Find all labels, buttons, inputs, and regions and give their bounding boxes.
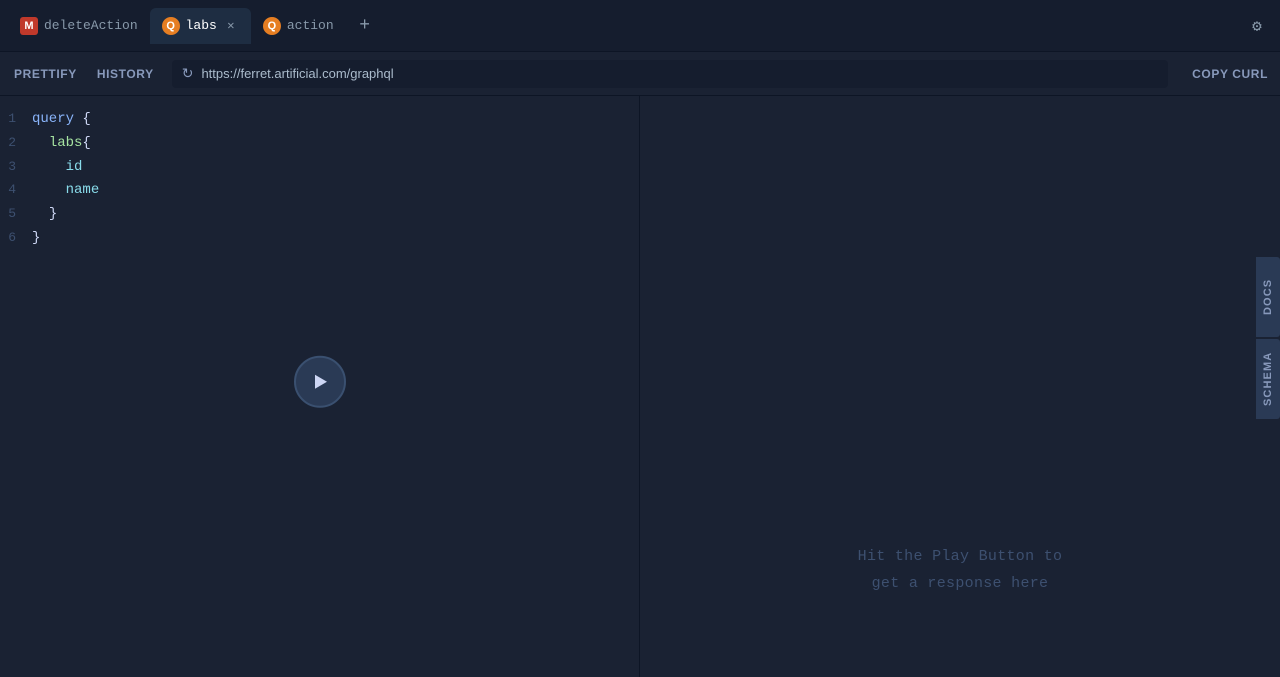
tab-action[interactable]: Q action [251,8,346,44]
token-close-labs: } [49,206,57,222]
schema-button[interactable]: SCHEMA [1256,339,1280,419]
settings-icon[interactable]: ⚙ [1242,11,1272,41]
play-icon [310,371,330,391]
refresh-icon[interactable]: ↻ [182,65,194,82]
play-button[interactable] [294,355,346,407]
tab-label-deleteAction: deleteAction [44,18,138,33]
main-area: 1 query { 2 labs{ 3 id [0,96,1280,677]
token-close-query: } [32,230,40,246]
tab-icon-q-action: Q [263,17,281,35]
line-num-3: 3 [0,156,32,178]
url-text: https://ferret.artificial.com/graphql [201,66,393,81]
history-button[interactable]: HISTORY [95,63,156,85]
editor-pane[interactable]: 1 query { 2 labs{ 3 id [0,96,640,677]
line-num-5: 5 [0,203,32,225]
url-bar: ↻ https://ferret.artificial.com/graphql [172,60,1168,88]
token-id: id [66,159,83,175]
token-labs: labs [49,135,83,151]
code-line-3: 3 id [0,156,639,180]
code-line-5: 5 } [0,203,639,227]
result-pane: Hit the Play Button to get a response he… [640,96,1280,677]
tab-label-action: action [287,18,334,33]
tab-deleteAction[interactable]: M deleteAction [8,8,150,44]
tab-bar: M deleteAction Q labs ✕ Q action + ⚙ [0,0,1280,52]
token-labs-brace: { [82,135,90,151]
placeholder-line1: Hit the Play Button to [858,543,1063,570]
token-brace-open: { [82,111,90,127]
code-line-2: 2 labs{ [0,132,639,156]
token-query: query [32,111,74,127]
side-buttons: DOCS SCHEMA [1256,257,1280,421]
add-tab-button[interactable]: + [350,11,380,41]
tab-label-labs: labs [186,18,217,33]
line-content-5: } [32,203,57,227]
line-content-4: name [32,179,99,203]
line-content-2: labs{ [32,132,91,156]
tab-close-labs[interactable]: ✕ [223,18,239,34]
line-num-4: 4 [0,179,32,201]
line-content-6: } [32,227,40,251]
code-line-4: 4 name [0,179,639,203]
line-content-1: query { [32,108,91,132]
line-num-2: 2 [0,132,32,154]
docs-button[interactable]: DOCS [1256,257,1280,337]
prettify-button[interactable]: PRETTIFY [12,63,79,85]
code-line-1: 1 query { [0,108,639,132]
tab-labs[interactable]: Q labs ✕ [150,8,251,44]
line-num-1: 1 [0,108,32,130]
result-placeholder: Hit the Play Button to get a response he… [858,543,1063,597]
token-name: name [66,182,100,198]
copy-curl-button[interactable]: COPY CURL [1192,67,1268,81]
code-editor[interactable]: 1 query { 2 labs{ 3 id [0,96,639,263]
placeholder-line2: get a response here [858,570,1063,597]
tab-icon-m: M [20,17,38,35]
line-num-6: 6 [0,227,32,249]
play-button-wrapper [294,355,346,407]
code-line-6: 6 } [0,227,639,251]
line-content-3: id [32,156,82,180]
tab-icon-q-labs: Q [162,17,180,35]
toolbar: PRETTIFY HISTORY ↻ https://ferret.artifi… [0,52,1280,96]
